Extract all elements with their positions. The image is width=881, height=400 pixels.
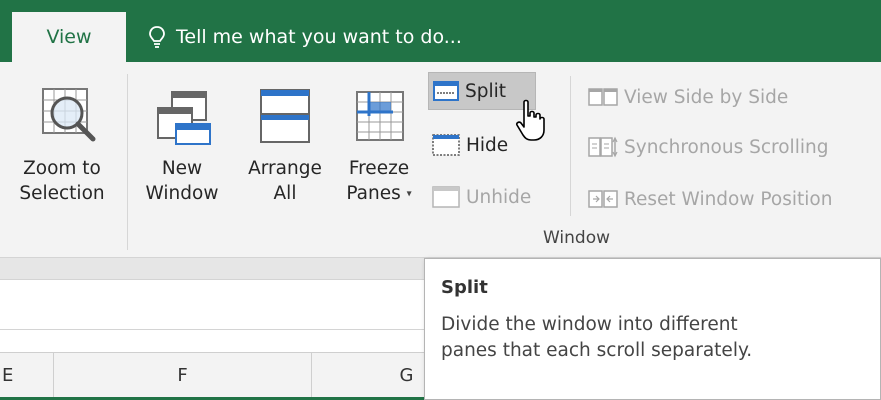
column-header-f[interactable]: F <box>54 353 312 398</box>
split-tooltip: Split Divide the window into different p… <box>424 258 881 400</box>
ribbon-separator <box>127 74 128 250</box>
arrange-all-label-1: Arrange <box>248 158 322 179</box>
lightbulb-icon <box>149 26 165 48</box>
synchronous-scrolling-icon <box>588 136 618 158</box>
zoom-to-selection-label-1: Zoom to <box>23 158 101 179</box>
hide-button[interactable]: Hide <box>432 126 508 164</box>
chevron-down-icon: ▾ <box>406 188 412 200</box>
reset-window-position-label: Reset Window Position <box>624 188 833 210</box>
reset-window-position-button[interactable]: Reset Window Position <box>588 180 832 218</box>
tell-me-text: Tell me what you want to do... <box>176 26 462 48</box>
tell-me-search[interactable]: Tell me what you want to do... <box>148 12 462 62</box>
freeze-panes-label-2: Panes ▾ <box>346 181 411 207</box>
new-window-button[interactable]: New Window <box>136 76 228 206</box>
ribbon-separator <box>570 76 571 216</box>
freeze-panes-icon <box>356 91 404 141</box>
window-group-label: Window <box>543 228 611 248</box>
view-side-by-side-icon <box>588 88 618 106</box>
split-icon <box>433 81 459 101</box>
ribbon: Zoom to Selection New Window Arrange All… <box>0 62 881 258</box>
new-window-icon <box>157 91 211 145</box>
arrange-all-label-2: All <box>273 183 297 204</box>
freeze-panes-label-text: Panes <box>346 183 401 204</box>
split-label: Split <box>465 80 507 102</box>
new-window-label-1: New <box>161 158 203 179</box>
column-header-e[interactable]: E <box>0 353 54 398</box>
hide-label: Hide <box>466 134 509 156</box>
unhide-icon <box>432 186 460 208</box>
zoom-to-selection-icon <box>42 88 96 142</box>
arrange-all-button[interactable]: Arrange All <box>240 76 330 206</box>
view-side-by-side-button[interactable]: View Side by Side <box>588 78 788 116</box>
mouse-cursor-icon <box>516 99 545 141</box>
freeze-panes-label-1: Freeze <box>348 158 410 179</box>
synchronous-scrolling-label: Synchronous Scrolling <box>624 136 829 158</box>
synchronous-scrolling-button[interactable]: Synchronous Scrolling <box>588 128 828 166</box>
zoom-to-selection-label-2: Selection <box>19 183 105 204</box>
arrange-all-icon <box>260 89 310 143</box>
tooltip-title: Split <box>441 277 488 298</box>
view-side-by-side-label: View Side by Side <box>624 86 789 108</box>
hide-icon <box>432 134 460 156</box>
new-window-label-2: Window <box>145 183 219 204</box>
tooltip-description-line-2: panes that each scroll separately. <box>441 340 753 361</box>
unhide-label: Unhide <box>466 186 532 208</box>
tab-view[interactable]: View <box>12 12 126 62</box>
freeze-panes-button[interactable]: Freeze Panes ▾ <box>334 76 424 207</box>
unhide-button[interactable]: Unhide <box>432 178 531 216</box>
tooltip-description-line-1: Divide the window into different <box>441 314 738 335</box>
zoom-to-selection-button[interactable]: Zoom to Selection <box>6 76 118 206</box>
ribbon-tab-bar: View Tell me what you want to do... <box>0 0 881 62</box>
reset-window-position-icon <box>588 190 618 208</box>
